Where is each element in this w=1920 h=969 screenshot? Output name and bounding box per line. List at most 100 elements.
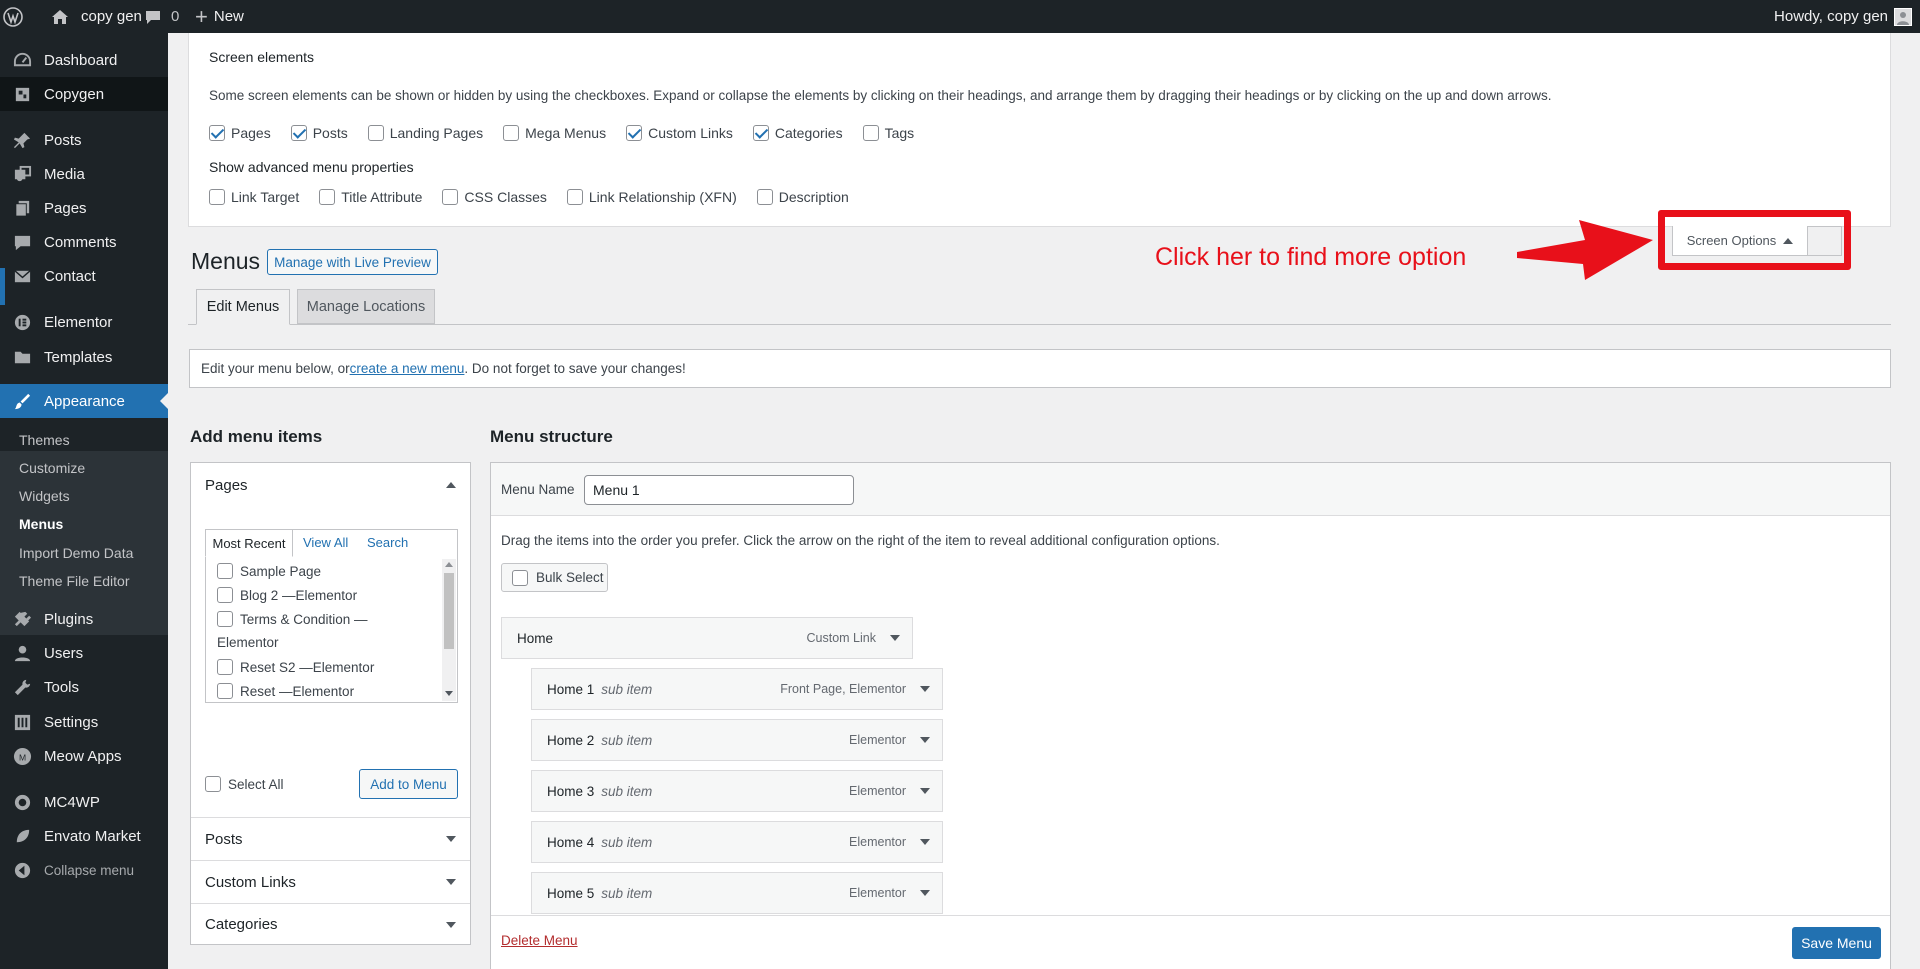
subtab-search[interactable]: Search <box>367 535 408 550</box>
submenu-item-themes[interactable]: Themes <box>19 432 70 448</box>
sidebar-item-pages[interactable]: Pages <box>0 191 168 225</box>
sidebar-item-copygen[interactable]: Copygen <box>0 77 168 111</box>
sidebar-item-plugins[interactable]: Plugins <box>0 602 168 636</box>
categories-accordion-header[interactable]: Categories <box>191 903 470 945</box>
submenu-item-customize[interactable]: Customize <box>19 460 85 476</box>
sidebar-item-dashboard[interactable]: Dashboard <box>0 43 168 77</box>
sidebar-item-tools[interactable]: Tools <box>0 670 168 704</box>
tab-edit-menus[interactable]: Edit Menus <box>196 289 290 325</box>
checkbox-link-target[interactable]: Link Target <box>209 189 313 205</box>
menu-name-field[interactable]: Menu 1 <box>584 475 854 505</box>
create-menu-link[interactable]: create a new menu <box>350 361 465 376</box>
checkbox[interactable] <box>319 189 336 205</box>
page-option[interactable]: Sample Page <box>217 563 321 579</box>
copygen-icon <box>0 85 44 104</box>
checkbox[interactable] <box>209 125 225 141</box>
custom-links-accordion-header[interactable]: Custom Links <box>191 860 470 903</box>
checkbox-categories[interactable]: Categories <box>752 125 857 141</box>
submenu-item-theme-file-editor[interactable]: Theme File Editor <box>19 573 129 589</box>
submenu-item-import-demo-data[interactable]: Import Demo Data <box>19 545 133 561</box>
delete-menu-link[interactable]: Delete Menu <box>501 933 578 948</box>
checkbox[interactable] <box>752 125 769 141</box>
checkbox-landing-pages[interactable]: Landing Pages <box>367 125 497 141</box>
page-title-continued: Elementor <box>217 635 279 650</box>
checkbox[interactable] <box>756 189 773 205</box>
checkbox[interactable] <box>367 125 384 141</box>
page-checkbox[interactable] <box>217 563 233 579</box>
expand-arrow-icon[interactable] <box>920 686 930 692</box>
menu-item[interactable]: Home 3 sub item Elementor <box>531 770 943 812</box>
submenu-item-menus[interactable]: Menus <box>19 516 63 532</box>
sidebar-item-elementor[interactable]: Elementor <box>0 305 168 339</box>
submenu-item-widgets[interactable]: Widgets <box>19 488 70 504</box>
checkbox-pages[interactable]: Pages <box>209 125 285 141</box>
live-preview-button[interactable]: Manage with Live Preview <box>267 249 438 275</box>
checkbox-posts[interactable]: Posts <box>290 125 362 141</box>
posts-accordion-header[interactable]: Posts <box>191 817 470 860</box>
menu-item[interactable]: Home 5 sub item Elementor <box>531 872 943 914</box>
wordpress-logo-icon[interactable] <box>3 0 23 33</box>
select-all-checkbox[interactable] <box>205 776 221 792</box>
sidebar-item-mc4wp[interactable]: MC4WP <box>0 785 168 819</box>
screen-options-toggle[interactable]: Screen Options <box>1672 226 1808 256</box>
checkbox[interactable] <box>862 125 879 141</box>
sidebar-item-media[interactable]: Media <box>0 157 168 191</box>
comments-link[interactable]: 0 <box>145 0 179 33</box>
select-all-row[interactable]: Select All <box>205 776 284 792</box>
page-checkbox[interactable] <box>217 683 233 699</box>
save-menu-button[interactable]: Save Menu <box>1792 927 1881 959</box>
page-option[interactable]: Reset — Elementor <box>217 683 354 699</box>
site-name-link[interactable]: copy gen <box>51 0 142 33</box>
account-menu[interactable]: Howdy, copy gen <box>1774 0 1912 33</box>
page-checkbox[interactable] <box>217 587 233 603</box>
page-option[interactable]: Reset S2 — Elementor <box>217 659 374 675</box>
checkbox[interactable] <box>290 125 307 141</box>
arrow-down-icon <box>446 879 456 885</box>
sidebar-item-meow-apps[interactable]: M Meow Apps <box>0 739 168 773</box>
menu-item[interactable]: Home 2 sub item Elementor <box>531 719 943 761</box>
new-content-link[interactable]: + New <box>195 0 244 33</box>
sidebar-item-envato-market[interactable]: Envato Market <box>0 819 168 853</box>
page-checkbox[interactable] <box>217 659 233 675</box>
checkbox[interactable] <box>626 125 643 141</box>
checkbox-title-attribute[interactable]: Title Attribute <box>319 189 436 205</box>
page-option[interactable]: Blog 2 — Elementor <box>217 587 357 603</box>
expand-arrow-icon[interactable] <box>890 635 900 641</box>
sidebar-item-users[interactable]: Users <box>0 636 168 670</box>
checkbox-mega-menus[interactable]: Mega Menus <box>503 125 620 141</box>
sidebar-item-contact[interactable]: Contact <box>0 259 168 293</box>
checkbox-css-classes[interactable]: CSS Classes <box>442 189 560 205</box>
sidebar-item-comments[interactable]: Comments <box>0 225 168 259</box>
checkbox[interactable] <box>442 189 459 205</box>
checkbox[interactable] <box>209 189 225 205</box>
expand-arrow-icon[interactable] <box>920 890 930 896</box>
sidebar-item-collapse-menu[interactable]: Collapse menu <box>0 853 168 887</box>
pages-scrollbar[interactable] <box>442 559 456 701</box>
pages-accordion-header[interactable]: Pages <box>191 463 470 507</box>
subtab-most-recent[interactable]: Most Recent <box>205 529 293 557</box>
sidebar-item-settings[interactable]: Settings <box>0 705 168 739</box>
checkbox[interactable] <box>503 125 520 141</box>
checkbox[interactable] <box>566 189 583 205</box>
checkbox-tags[interactable]: Tags <box>862 125 929 141</box>
page-checkbox[interactable] <box>217 611 233 627</box>
bulk-select-button[interactable]: Bulk Select <box>501 563 608 592</box>
sidebar-item-templates[interactable]: Templates <box>0 340 168 374</box>
add-to-menu-button[interactable]: Add to Menu <box>359 769 458 799</box>
menu-item[interactable]: Home 1 sub item Front Page, Elementor <box>531 668 943 710</box>
checkbox-custom-links[interactable]: Custom Links <box>626 125 747 141</box>
subtab-view-all[interactable]: View All <box>303 535 348 550</box>
meow-icon: M <box>0 747 44 766</box>
page-option[interactable]: Terms & Condition — <box>217 611 368 627</box>
menu-item[interactable]: Home 4 sub item Elementor <box>531 821 943 863</box>
sidebar-item-appearance[interactable]: Appearance <box>0 384 168 418</box>
page-title: Terms & Condition — <box>240 611 368 627</box>
checkbox-link-relationship-xfn-[interactable]: Link Relationship (XFN) <box>566 189 751 205</box>
checkbox-description[interactable]: Description <box>756 189 863 205</box>
expand-arrow-icon[interactable] <box>920 737 930 743</box>
expand-arrow-icon[interactable] <box>920 839 930 845</box>
tab-manage-locations[interactable]: Manage Locations <box>297 289 435 324</box>
expand-arrow-icon[interactable] <box>920 788 930 794</box>
menu-item[interactable]: Home Custom Link <box>501 617 913 659</box>
sidebar-item-posts[interactable]: Posts <box>0 123 168 157</box>
